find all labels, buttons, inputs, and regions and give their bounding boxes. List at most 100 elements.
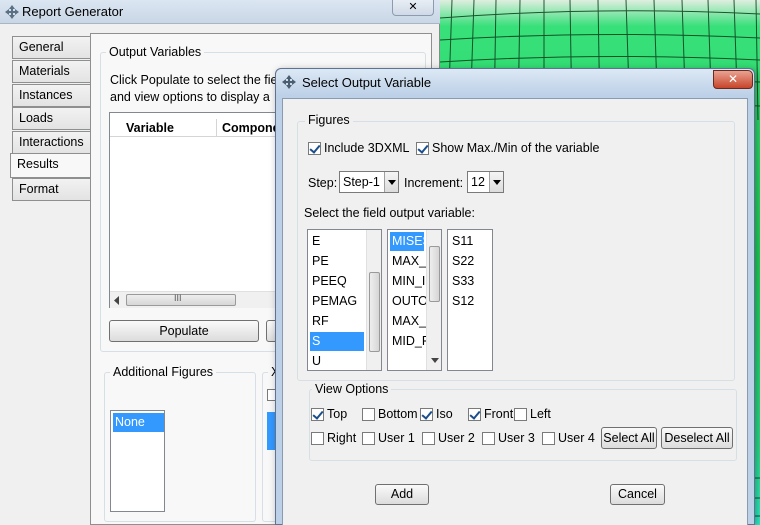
scroll-grip: III <box>174 293 182 303</box>
select-output-variable-dialog: Select Output Variable ✕ Figures Include… <box>275 68 755 525</box>
variable-list[interactable]: E PE PEEQ PEMAG RF S U <box>307 229 382 371</box>
view-bottom-label[interactable]: Bottom <box>378 407 418 421</box>
invariant-item[interactable]: MID_F <box>390 332 430 351</box>
tab-interactions[interactable]: Interactions <box>12 131 90 154</box>
invariant-item[interactable]: MIN_I <box>390 272 425 291</box>
increment-label: Increment: <box>404 176 464 190</box>
include-3dxml-checkbox[interactable] <box>308 142 321 155</box>
column-divider <box>216 119 217 137</box>
step-label: Step: <box>308 176 338 190</box>
additional-figures-list[interactable]: None <box>110 410 165 512</box>
deselect-all-label: Deselect All <box>664 431 730 445</box>
close-icon: ✕ <box>408 1 418 13</box>
list-item-none[interactable]: None <box>113 413 164 432</box>
view-left-label[interactable]: Left <box>530 407 551 421</box>
chevron-down-icon[interactable] <box>489 172 503 192</box>
variable-scroll-thumb[interactable] <box>369 272 380 352</box>
dialog-app-icon <box>282 75 296 89</box>
close-button[interactable]: ✕ <box>392 0 434 16</box>
component-item[interactable]: S22 <box>450 252 490 271</box>
tab-general[interactable]: General <box>12 36 90 59</box>
deselect-all-button[interactable]: Deselect All <box>661 427 733 449</box>
view-user-4-label[interactable]: User 4 <box>558 431 595 445</box>
select-all-button[interactable]: Select All <box>601 427 657 449</box>
partial-list-selection[interactable] <box>267 412 275 450</box>
partial-checkbox[interactable] <box>267 389 275 401</box>
view-left-checkbox[interactable] <box>514 408 527 421</box>
horizontal-scrollbar[interactable]: III <box>110 291 280 308</box>
window-title: Report Generator <box>22 4 124 19</box>
scroll-left-icon[interactable] <box>113 296 121 305</box>
instruction-line-1: Click Populate to select the fie <box>110 73 278 87</box>
populate-button[interactable]: Populate <box>109 320 259 342</box>
scroll-down-icon[interactable] <box>431 358 439 364</box>
close-icon: ✕ <box>727 72 739 86</box>
tab-results[interactable]: Results <box>10 153 90 178</box>
invariant-list[interactable]: MISES MAX_I MIN_I OUTO MAX_I MID_F <box>387 229 442 371</box>
additional-figures-label: Additional Figures <box>110 365 217 379</box>
view-user-1-checkbox[interactable] <box>362 432 375 445</box>
add-label: Add <box>390 487 414 501</box>
chevron-down-icon[interactable] <box>384 172 398 192</box>
view-front-label[interactable]: Front <box>484 407 513 421</box>
select-all-label: Select All <box>603 431 655 445</box>
column-header-component[interactable]: Compone <box>222 121 280 135</box>
view-user-2-checkbox[interactable] <box>422 432 435 445</box>
view-front-checkbox[interactable] <box>468 408 481 421</box>
table-header: Variable Compone <box>110 119 280 137</box>
view-user-2-label[interactable]: User 2 <box>438 431 475 445</box>
tab-materials[interactable]: Materials <box>12 60 90 83</box>
view-user-4-checkbox[interactable] <box>542 432 555 445</box>
view-bottom-checkbox[interactable] <box>362 408 375 421</box>
add-button[interactable]: Add <box>375 484 429 505</box>
dialog-close-button[interactable]: ✕ <box>713 70 753 89</box>
step-value: Step-1 <box>343 175 380 189</box>
invariant-list-scrollbar[interactable] <box>426 230 441 370</box>
view-user-3-label[interactable]: User 3 <box>498 431 535 445</box>
view-options-group <box>309 389 737 461</box>
column-header-variable[interactable]: Variable <box>126 121 174 135</box>
view-top-label[interactable]: Top <box>327 407 347 421</box>
view-top-checkbox[interactable] <box>311 408 324 421</box>
component-item[interactable]: S33 <box>450 272 490 291</box>
dialog-title-bar: Select Output Variable ✕ <box>276 69 754 96</box>
cancel-button[interactable]: Cancel <box>610 484 665 505</box>
invariant-item[interactable]: OUTO <box>390 292 428 311</box>
view-user-1-label[interactable]: User 1 <box>378 431 415 445</box>
increment-value: 12 <box>471 175 485 189</box>
view-iso-label[interactable]: Iso <box>436 407 453 421</box>
variable-item[interactable]: RF <box>310 312 364 331</box>
variable-item[interactable]: E <box>310 232 364 251</box>
variable-item[interactable]: PEMAG <box>310 292 364 311</box>
invariant-item[interactable]: MAX_I <box>390 252 430 271</box>
app-icon <box>5 5 19 19</box>
variable-list-scrollbar[interactable] <box>366 230 381 370</box>
component-list[interactable]: S11 S22 S33 S12 <box>447 229 493 371</box>
scroll-thumb[interactable]: III <box>126 293 236 306</box>
view-user-3-checkbox[interactable] <box>482 432 495 445</box>
invariant-item[interactable]: MISES <box>390 232 431 251</box>
variable-item[interactable]: S <box>310 332 364 351</box>
cancel-label: Cancel <box>618 487 657 501</box>
field-output-label: Select the field output variable: <box>304 206 475 220</box>
increment-select[interactable]: 12 <box>467 171 504 193</box>
invariant-scroll-thumb[interactable] <box>429 246 440 302</box>
tab-format[interactable]: Format <box>12 178 90 201</box>
tab-loads[interactable]: Loads <box>12 107 90 130</box>
tab-instances[interactable]: Instances <box>12 84 90 107</box>
variable-item[interactable]: U <box>310 352 364 370</box>
view-iso-checkbox[interactable] <box>420 408 433 421</box>
component-item[interactable]: S12 <box>450 292 490 311</box>
show-maxmin-checkbox[interactable] <box>416 142 429 155</box>
view-right-label[interactable]: Right <box>327 431 356 445</box>
variable-item[interactable]: PEEQ <box>310 272 364 291</box>
show-maxmin-label[interactable]: Show Max./Min of the variable <box>432 141 599 155</box>
step-select[interactable]: Step-1 <box>339 171 399 193</box>
view-right-checkbox[interactable] <box>311 432 324 445</box>
component-item[interactable]: S11 <box>450 232 490 251</box>
view-options-label: View Options <box>312 382 392 396</box>
invariant-item[interactable]: MAX_I <box>390 312 430 331</box>
include-3dxml-label[interactable]: Include 3DXML <box>324 141 409 155</box>
output-variables-table[interactable]: Variable Compone III <box>109 112 280 308</box>
variable-item[interactable]: PE <box>310 252 364 271</box>
